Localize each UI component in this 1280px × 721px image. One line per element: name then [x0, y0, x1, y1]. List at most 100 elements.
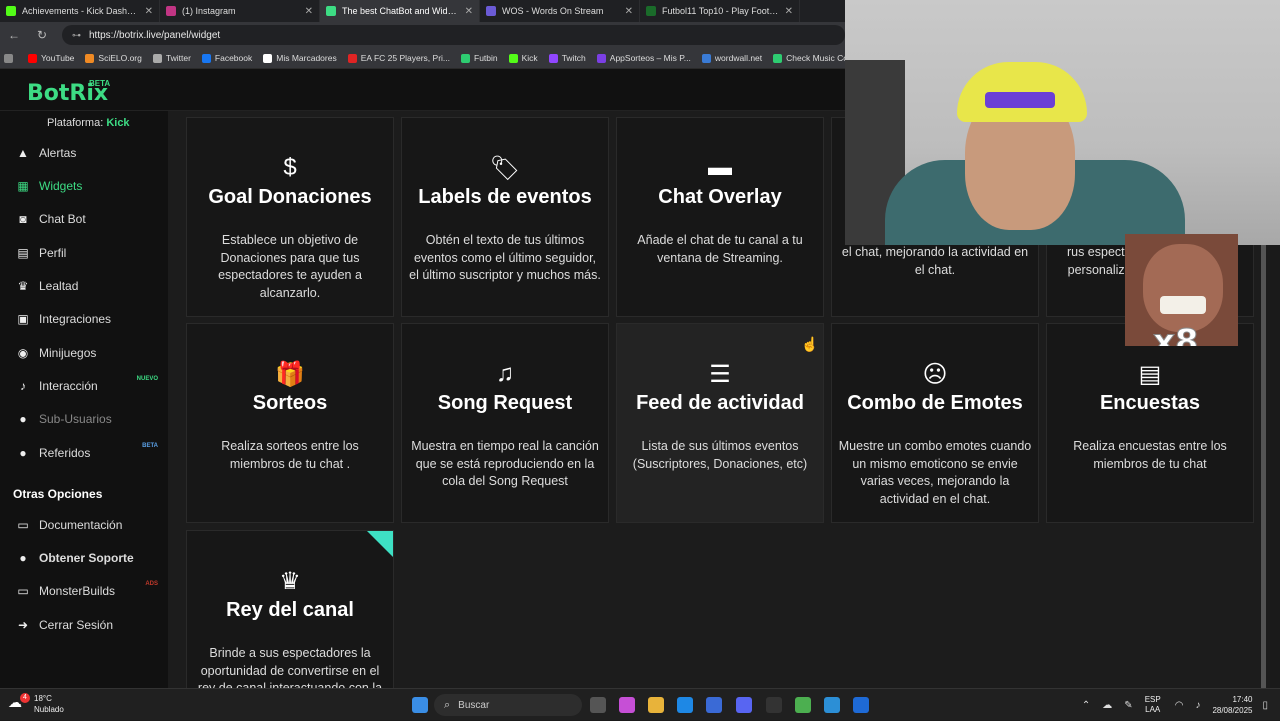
sidebar-item[interactable]: ◉ Minijuegos: [16, 343, 166, 363]
gamepad-icon: ◉: [17, 346, 29, 360]
bookmark-item[interactable]: YouTube: [28, 53, 74, 63]
widget-title: Song Request: [437, 392, 573, 414]
bookmark-favicon-icon: [508, 53, 518, 63]
reload-icon[interactable]: ↻: [34, 27, 50, 43]
chrome-icon[interactable]: [795, 697, 811, 713]
tab-favicon-icon: [326, 6, 336, 16]
users-icon: ●: [19, 446, 27, 460]
chevron-up-icon[interactable]: ⌃: [1082, 700, 1090, 711]
bookmark-item[interactable]: Twitch: [548, 53, 586, 63]
close-icon[interactable]: ✕: [785, 6, 793, 17]
site-info-icon[interactable]: ⊶: [72, 30, 81, 41]
search-icon: ⌕: [444, 698, 451, 711]
bookmark-item[interactable]: Mis Marcadores: [263, 53, 337, 63]
sidebar-item[interactable]: ▦ Widgets: [16, 176, 166, 196]
start-icon[interactable]: [412, 697, 428, 713]
task-view-icon[interactable]: [590, 697, 606, 713]
taskbar-search[interactable]: ⌕ Buscar: [434, 694, 582, 716]
widget-card[interactable]: ▬ Chat Overlay Añade el chat de tu canal a…: [616, 117, 824, 317]
poll-icon: ▤: [1138, 361, 1162, 388]
browser-tab[interactable]: The best ChatBot and Widgets fo ✕: [320, 0, 480, 22]
clock[interactable]: 17:40 28/08/2025: [1212, 694, 1252, 716]
logo-beta-badge: BETA: [89, 79, 111, 88]
pen-icon[interactable]: ✎: [1124, 700, 1132, 711]
widget-title: Sorteos: [252, 392, 328, 414]
lang-top: ESP: [1144, 695, 1161, 704]
bookmark-label: Facebook: [214, 53, 253, 63]
widget-card[interactable]: ♫ Song Request Muestra en tiempo real la c…: [401, 323, 609, 523]
notifications-icon[interactable]: ▯: [1262, 700, 1268, 711]
edge-icon[interactable]: [677, 697, 693, 713]
app-icon[interactable]: [853, 697, 869, 713]
other-options-heading: Otras Opciones: [13, 487, 103, 501]
bookmark-item[interactable]: wordwall.net: [701, 53, 762, 63]
sidebar-item[interactable]: ▤ Perfil: [16, 243, 166, 263]
wifi-icon[interactable]: ◠: [1175, 700, 1184, 711]
browser-tab[interactable]: (1) Instagram ✕: [160, 0, 320, 22]
sidebar-other-item[interactable]: ▭ MonsterBuilds ADS: [16, 581, 166, 601]
widget-card[interactable]: ▤ Encuestas Realiza encuestas entre los mi…: [1046, 323, 1254, 523]
scrollbar[interactable]: [1261, 231, 1266, 688]
widget-card[interactable]: ☹ Combo de Emotes Muestre un combo emotes …: [831, 323, 1039, 523]
url-field[interactable]: ⊶ https://botrix.live/panel/widget: [62, 25, 845, 45]
widget-card[interactable]: 🎁 Sorteos Realiza sorteos entre los miembr…: [186, 323, 394, 523]
browser-tab[interactable]: Futbol11 Top10 - Play Football Tr ✕: [640, 0, 800, 22]
sidebar-other-item[interactable]: ➜ Cerrar Sesión: [16, 615, 166, 635]
copilot-icon[interactable]: [619, 697, 635, 713]
grid-icon: ▦: [17, 179, 29, 193]
browser-tab[interactable]: WOS - Words On Stream ✕: [480, 0, 640, 22]
discord-icon[interactable]: [736, 697, 752, 713]
close-icon[interactable]: ✕: [465, 6, 473, 17]
system-tray: ⌃ ☁ ✎ ESP LAA ◠ ♪ 17:40 28/08/2025 ▯: [1082, 689, 1280, 721]
platform-label: Plataforma:: [47, 117, 104, 129]
widget-title: Goal Donaciones: [208, 186, 372, 208]
sidebar-item[interactable]: ♛ Lealtad: [16, 276, 166, 296]
sidebar-other-item[interactable]: ▭ Documentación: [16, 515, 166, 535]
bookmark-item[interactable]: Twitter: [152, 53, 191, 63]
address-bar-row: ← ↻ ⊶ https://botrix.live/panel/widget: [0, 22, 845, 48]
widget-card[interactable]: 🏷 Labels de eventos Obtén el texto de tus …: [401, 117, 609, 317]
widget-description: Obtén el texto de tus últimos eventos co…: [409, 233, 601, 282]
app-icon[interactable]: [766, 697, 782, 713]
language-indicator[interactable]: ESP LAA: [1145, 695, 1161, 715]
sidebar-item[interactable]: ▣ Integraciones: [16, 309, 166, 329]
sidebar-item[interactable]: ● Referidos BETA: [16, 443, 166, 463]
browser-tab[interactable]: Achievements - Kick Dashboard ✕: [0, 0, 160, 22]
meme-mouth: [1160, 296, 1206, 314]
bookmark-item[interactable]: EA FC 25 Players, Pri...: [347, 53, 450, 63]
sidebar-item-label: Sub-Usuarios: [39, 412, 112, 426]
bookmark-favicon-icon: [773, 53, 783, 63]
meme-overlay: x8: [1125, 234, 1238, 346]
bookmark-item[interactable]: SciELO.org: [85, 53, 142, 63]
widget-card[interactable]: $ Goal Donaciones Establece un objetivo de…: [186, 117, 394, 317]
bookmark-item[interactable]: AppSorteos – Mis P...: [596, 53, 691, 63]
bookmark-item[interactable]: Facebook: [201, 53, 253, 63]
sidebar-item[interactable]: ♪ Interacción NUEVO: [16, 376, 166, 396]
widget-card[interactable]: ☰ Feed de actividad Lista de sus últimos e…: [616, 323, 824, 523]
sidebar-item-label: Interacción: [39, 379, 98, 393]
widget-card[interactable]: ♛ Rey del canal Brinde a sus espectadores …: [186, 530, 394, 688]
sidebar-item[interactable]: ◙ Chat Bot: [16, 209, 166, 229]
widget-description: Lista de sus últimos eventos (Suscriptor…: [632, 439, 808, 471]
volume-icon[interactable]: ♪: [1195, 700, 1200, 711]
robot-icon: ◙: [19, 212, 27, 226]
close-icon[interactable]: ✕: [625, 6, 633, 17]
weather-widget[interactable]: ☁ 4 18°C Nublado: [8, 693, 64, 715]
gifts-icon: 🎁: [275, 361, 305, 388]
cloud-icon[interactable]: ☁: [1102, 700, 1112, 711]
tab-favicon-icon: [486, 6, 496, 16]
notepad-icon[interactable]: [824, 697, 840, 713]
bookmark-favicon-icon: [201, 53, 211, 63]
sidebar-item[interactable]: ● Sub-Usuarios: [16, 409, 166, 429]
close-icon[interactable]: ✕: [145, 6, 153, 17]
bookmark-label: YouTube: [41, 53, 75, 63]
bookmark-item[interactable]: Kick: [508, 53, 538, 63]
apps-icon[interactable]: [4, 53, 17, 63]
back-icon[interactable]: ←: [6, 27, 22, 43]
store-icon[interactable]: [706, 697, 722, 713]
file-explorer-icon[interactable]: [648, 697, 664, 713]
close-icon[interactable]: ✕: [305, 6, 313, 17]
bookmark-item[interactable]: Futbin: [461, 53, 498, 63]
sidebar-item[interactable]: ▲ Alertas: [16, 143, 166, 163]
sidebar-other-item[interactable]: ● Obtener Soporte: [16, 548, 166, 568]
